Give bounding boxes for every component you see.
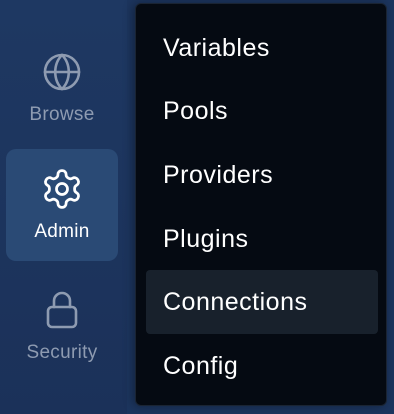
menu-item-variables[interactable]: Variables <box>146 16 378 80</box>
sidebar-item-browse[interactable]: Browse <box>6 32 118 144</box>
menu-item-connections[interactable]: Connections <box>146 270 378 334</box>
menu-item-pools[interactable]: Pools <box>146 79 378 143</box>
sidebar-item-label: Browse <box>29 104 95 125</box>
sidebar: Browse Admin Security <box>0 0 127 414</box>
sidebar-item-label: Security <box>26 342 98 363</box>
sidebar-item-security[interactable]: Security <box>6 270 118 382</box>
menu-item-plugins[interactable]: Plugins <box>146 207 378 271</box>
menu-item-config[interactable]: Config <box>146 334 378 398</box>
menu-item-providers[interactable]: Providers <box>146 143 378 207</box>
globe-icon <box>40 50 84 94</box>
app-window: Browse Admin Security Variables Pools Pr… <box>0 0 394 414</box>
gear-icon <box>40 167 84 211</box>
sidebar-item-admin[interactable]: Admin <box>6 149 118 261</box>
sidebar-item-label: Admin <box>34 221 90 242</box>
lock-icon <box>40 288 84 332</box>
admin-dropdown-menu: Variables Pools Providers Plugins Connec… <box>135 3 387 406</box>
